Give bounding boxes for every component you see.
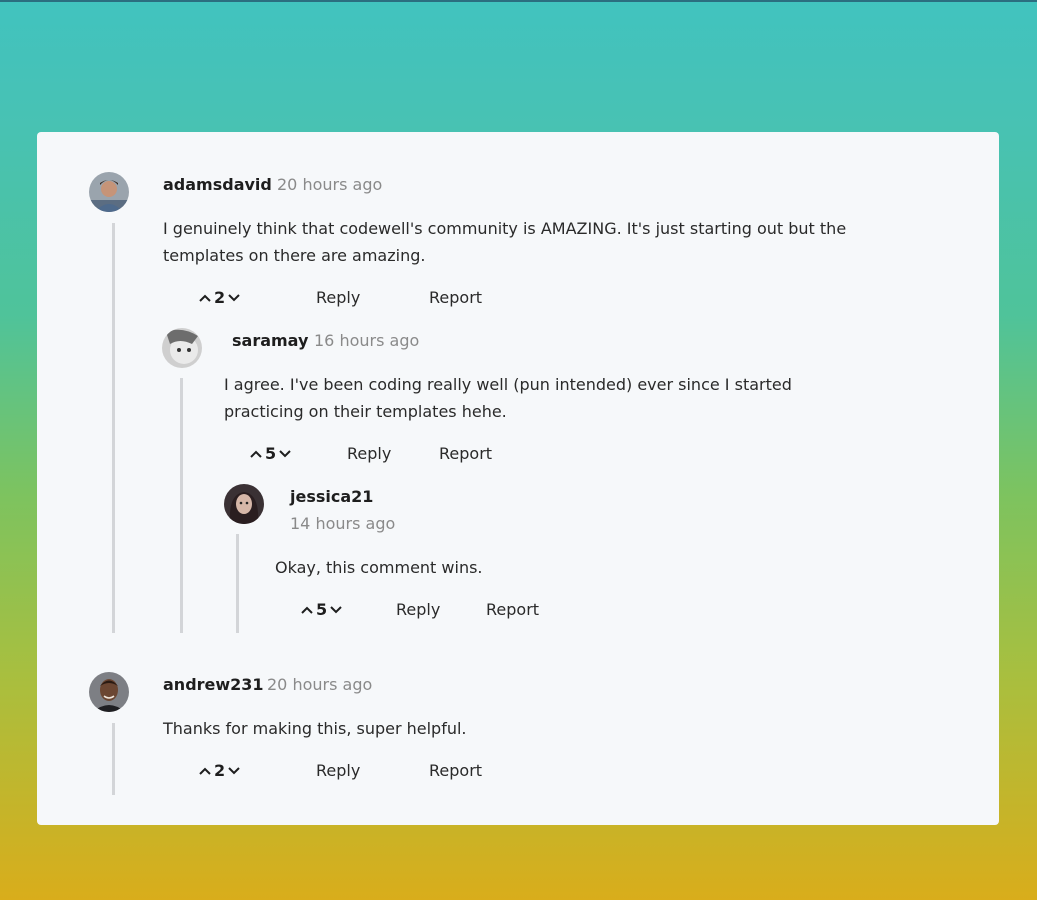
- thread-line[interactable]: [236, 534, 239, 633]
- username[interactable]: saramay: [232, 331, 308, 350]
- comments-card: adamsdavid 20 hours ago I genuinely thin…: [37, 132, 999, 825]
- top-border: [0, 0, 1037, 2]
- report-button[interactable]: Report: [439, 444, 492, 463]
- chevron-up-icon[interactable]: [199, 767, 211, 775]
- chevron-up-icon[interactable]: [301, 606, 313, 614]
- timestamp: 20 hours ago: [277, 175, 383, 194]
- chevron-up-icon[interactable]: [199, 294, 211, 302]
- vote-count: 2: [214, 288, 226, 307]
- chevron-down-icon[interactable]: [330, 605, 342, 614]
- report-button[interactable]: Report: [429, 761, 482, 780]
- comment-text: I genuinely think that codewell's commun…: [163, 219, 847, 265]
- thread-line[interactable]: [180, 378, 183, 633]
- vote-count: 5: [316, 600, 328, 619]
- chevron-down-icon[interactable]: [279, 449, 291, 458]
- avatar[interactable]: [162, 328, 202, 368]
- timestamp: 14 hours ago: [290, 514, 396, 533]
- chevron-down-icon[interactable]: [228, 293, 240, 302]
- username[interactable]: adamsdavid: [163, 175, 272, 194]
- vote-count: 2: [214, 761, 226, 780]
- avatar[interactable]: [224, 484, 264, 524]
- report-button[interactable]: Report: [429, 288, 482, 307]
- vote-control: 2: [199, 288, 240, 307]
- vote-control: 5: [250, 444, 291, 463]
- avatar[interactable]: [89, 672, 129, 712]
- reply-button[interactable]: Reply: [316, 288, 360, 307]
- report-button[interactable]: Report: [486, 600, 539, 619]
- comment-text: I agree. I've been coding really well (p…: [224, 375, 792, 421]
- vote-count: 5: [265, 444, 277, 463]
- timestamp: 20 hours ago: [267, 675, 373, 694]
- thread-line[interactable]: [112, 723, 115, 795]
- vote-control: 2: [199, 761, 240, 780]
- chevron-down-icon[interactable]: [228, 766, 240, 775]
- username[interactable]: andrew231: [163, 675, 264, 694]
- reply-button[interactable]: Reply: [347, 444, 391, 463]
- comment-text: Okay, this comment wins.: [275, 558, 483, 577]
- reply-button[interactable]: Reply: [396, 600, 440, 619]
- comment-text: Thanks for making this, super helpful.: [163, 719, 467, 738]
- chevron-up-icon[interactable]: [250, 450, 262, 458]
- timestamp: 16 hours ago: [314, 331, 420, 350]
- reply-button[interactable]: Reply: [316, 761, 360, 780]
- avatar[interactable]: [89, 172, 129, 212]
- thread-line[interactable]: [112, 223, 115, 633]
- username[interactable]: jessica21: [290, 487, 373, 506]
- vote-control: 5: [301, 600, 342, 619]
